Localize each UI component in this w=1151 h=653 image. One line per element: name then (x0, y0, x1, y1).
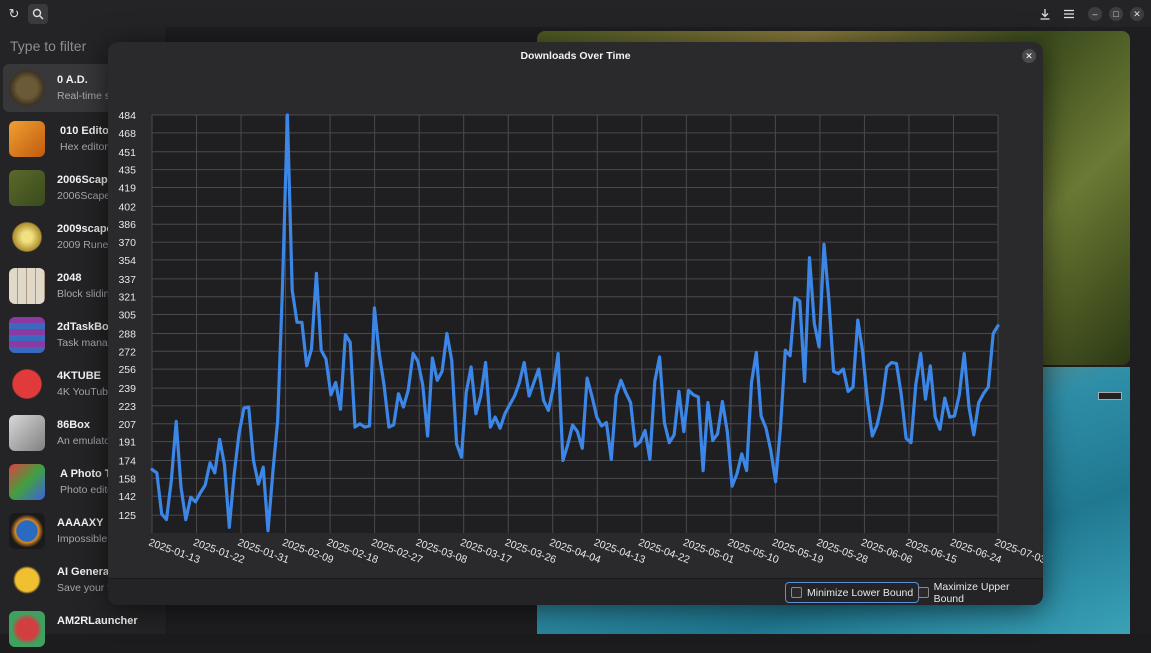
app-icon (9, 170, 45, 206)
app-name: 0 A.D. (57, 74, 88, 86)
app-desc: Task manag (57, 337, 114, 349)
checkbox-label: Minimize Lower Bound (807, 586, 914, 599)
y-tick-label: 174 (118, 456, 136, 468)
y-tick-label: 142 (118, 491, 136, 503)
app-desc: Block slidin (57, 288, 110, 300)
app-name: AI Generat (57, 566, 113, 578)
minimize-window-icon[interactable]: – (1088, 7, 1102, 21)
app-icon (9, 121, 45, 157)
app-icon (9, 366, 45, 402)
y-tick-label: 435 (118, 165, 136, 177)
y-tick-label: 321 (118, 292, 136, 304)
y-tick-label: 386 (118, 219, 136, 231)
app-name: 2009scape (57, 223, 113, 235)
y-tick-label: 191 (118, 437, 136, 449)
y-tick-label: 158 (118, 473, 136, 485)
app-desc: Real-time s (57, 90, 111, 102)
screenshot-overlay (1098, 392, 1122, 400)
app-desc: 2006Scape (57, 190, 111, 202)
checkbox-icon[interactable] (918, 587, 929, 598)
maximize-window-icon[interactable]: □ (1109, 7, 1123, 21)
app-icon (9, 70, 45, 106)
close-icon[interactable]: ✕ (1022, 49, 1036, 63)
menu-icon[interactable] (1059, 4, 1079, 24)
checkbox-label: Maximize Upper Bound (933, 580, 1010, 605)
app-icon (9, 317, 45, 353)
y-tick-label: 288 (118, 328, 136, 340)
y-tick-label: 223 (118, 401, 136, 413)
downloads-chart: 125 142 158 174 191 207 223 239 256 272 288 305 321 3… (118, 110, 1043, 566)
y-tick-label: 370 (118, 237, 136, 249)
app-icon (9, 562, 45, 598)
y-tick-label: 337 (118, 274, 136, 286)
downloads-dialog: 125 142 158 174 191 207 223 239 256 272 288 305 321 3… (108, 42, 1043, 605)
y-tick-label: 451 (118, 147, 136, 159)
app-desc: Photo edito (60, 484, 114, 496)
app-desc: 4K YouTube (57, 386, 114, 398)
y-tick-label: 468 (118, 128, 136, 140)
checkbox-icon[interactable] (791, 587, 802, 598)
y-tick-label: 207 (118, 419, 136, 431)
y-tick-label: 305 (118, 310, 136, 322)
app-icon (9, 513, 45, 549)
download-icon[interactable] (1035, 4, 1055, 24)
y-tick-label: 354 (118, 255, 136, 267)
plot-area (152, 115, 998, 533)
app-name: 86Box (57, 419, 91, 431)
app-name: 2006Scape (57, 174, 114, 186)
app-icon (9, 611, 45, 647)
y-tick-label: 125 (118, 510, 136, 522)
app-name: 010 Editor (60, 125, 114, 137)
app-desc: Hex editor (60, 141, 108, 153)
y-tick-label: 419 (118, 182, 136, 194)
top-bar: ↻ – □ ✕ (0, 0, 1151, 27)
maximize-upper-bound-checkbox[interactable]: Maximize Upper Bound (913, 580, 1043, 605)
app-desc: An emulato (57, 435, 111, 447)
refresh-icon[interactable]: ↻ (4, 4, 24, 24)
dialog-footer: Minimize Lower Bound Maximize Upper Boun… (108, 578, 1043, 605)
app-icon (9, 464, 45, 500)
filter-input[interactable]: Type to filter (10, 38, 86, 54)
list-item[interactable]: AM2RLauncher (3, 605, 165, 653)
y-tick-label: 239 (118, 383, 136, 395)
y-tick-label: 484 (118, 110, 136, 122)
app-icon (9, 415, 45, 451)
app-desc: Impossible (57, 533, 108, 545)
y-tick-label: 402 (118, 201, 136, 213)
y-tick-label: 256 (118, 364, 136, 376)
search-icon[interactable] (28, 4, 48, 24)
minimize-lower-bound-checkbox[interactable]: Minimize Lower Bound (785, 582, 920, 603)
app-name: 2048 (57, 272, 82, 284)
app-desc: Save your f (57, 582, 111, 594)
app-icon (9, 268, 45, 304)
app-icon (9, 219, 45, 255)
app-name: AAAAXY (57, 517, 104, 529)
app-desc: 2009 Rune (57, 239, 109, 251)
app-name: AM2RLauncher (57, 615, 138, 627)
y-tick-label: 272 (118, 346, 136, 358)
dialog-title: Downloads Over Time (520, 50, 631, 62)
close-window-icon[interactable]: ✕ (1130, 7, 1144, 21)
app-name: 4KTUBE (57, 370, 102, 382)
